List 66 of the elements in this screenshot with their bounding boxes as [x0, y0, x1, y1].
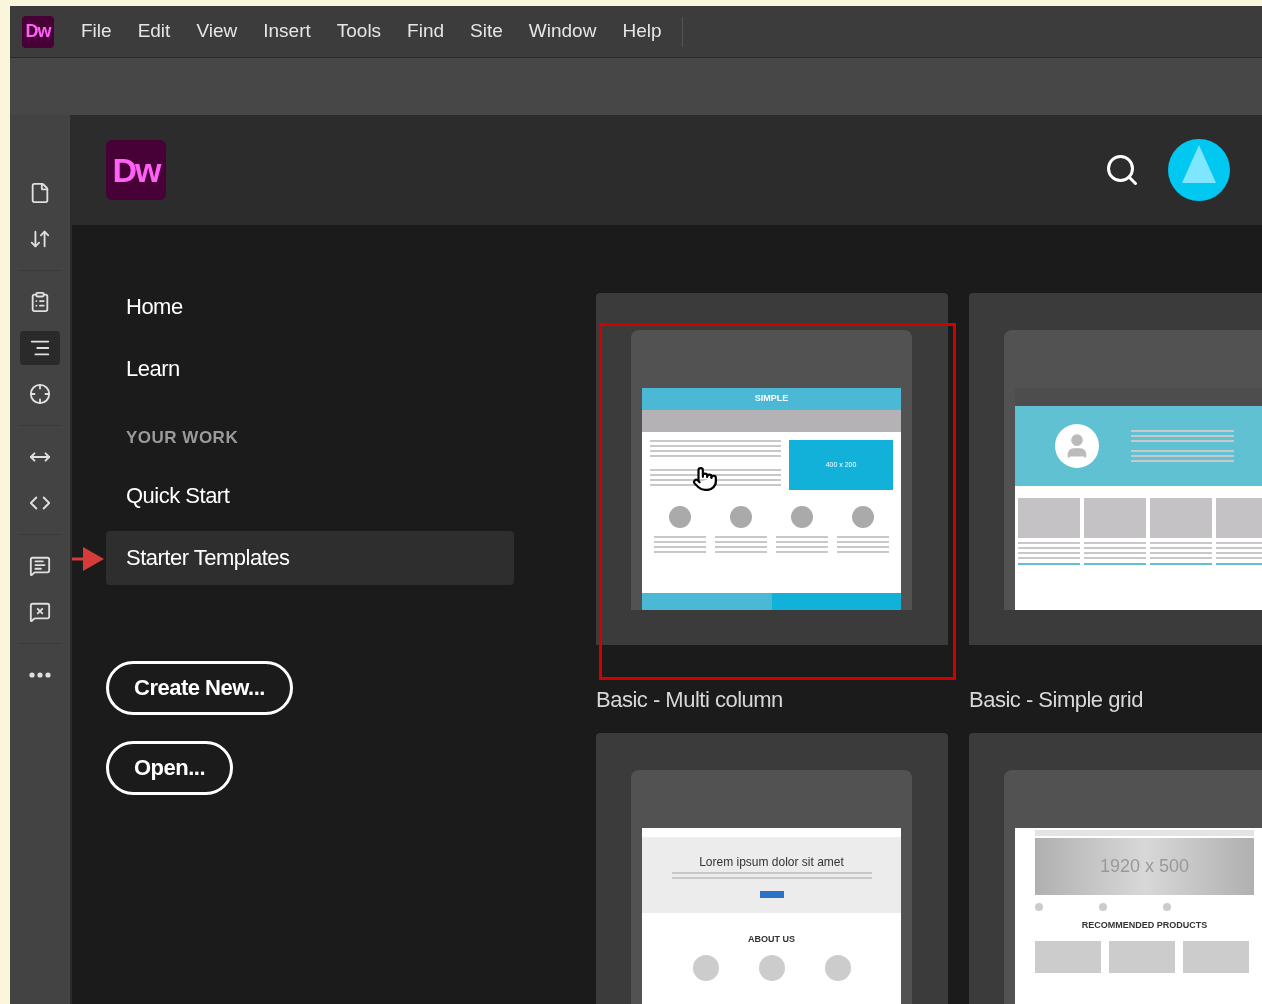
template-card[interactable]: Lorem ipsum dolor sit amet ABOUT US — [596, 733, 948, 1004]
template-title[interactable]: Basic - Simple grid — [969, 687, 1143, 712]
nav-item[interactable]: Learn — [106, 341, 514, 395]
text-lines-drawing — [1216, 542, 1262, 559]
user-silhouette-icon — [1055, 424, 1099, 468]
nav-item[interactable]: Starter Templates — [106, 530, 514, 585]
app-badge: Dw — [22, 15, 54, 48]
preview-section-title: ABOUT US — [748, 933, 795, 946]
tool-button[interactable] — [20, 331, 60, 365]
circle-placeholder — [1035, 903, 1043, 911]
menu-item[interactable]: Help — [609, 17, 675, 46]
text-lines-drawing — [1150, 542, 1212, 559]
circle-placeholder — [851, 506, 874, 528]
circle-placeholder — [692, 954, 719, 981]
list-icon — [29, 291, 51, 313]
circle-placeholder — [758, 954, 785, 981]
text-lines-drawing — [1084, 542, 1146, 559]
text-lines-drawing — [775, 536, 828, 553]
image-placeholder — [1084, 498, 1146, 538]
app-logo: Dw — [106, 140, 166, 200]
menu-item[interactable]: View — [183, 17, 251, 46]
more-icon — [29, 672, 51, 678]
hand-cursor-icon — [692, 466, 718, 492]
template-title[interactable]: Basic - Multi column — [596, 687, 783, 712]
preview-section-title: RECOMMENDED PRODUCTS — [1081, 919, 1208, 932]
image-placeholder — [1018, 498, 1080, 538]
menu-item[interactable]: Insert — [250, 17, 324, 46]
comment-blocked-icon — [29, 601, 51, 623]
nav-item[interactable]: Quick Start — [106, 468, 514, 523]
menu-item[interactable]: Tools — [323, 17, 395, 46]
placeholder-label: 1920 x 500 — [1099, 855, 1190, 878]
file-icon — [29, 182, 51, 204]
nav-item[interactable]: Home — [106, 279, 514, 333]
menu-item[interactable]: File — [68, 17, 125, 46]
menu-item[interactable]: Edit — [124, 17, 184, 46]
circle-placeholder — [1099, 903, 1107, 911]
text-lines-drawing — [836, 536, 889, 553]
text-lines-drawing — [654, 536, 707, 553]
text-lines-drawing — [715, 536, 768, 553]
image-placeholder — [1035, 940, 1101, 973]
image-placeholder — [1216, 498, 1262, 538]
preview-heading: Lorem ipsum dolor sit amet — [699, 856, 844, 868]
section-heading: YOUR WORK — [125, 427, 240, 449]
preview-button-drawing — [759, 891, 784, 898]
text-lines-drawing — [1018, 542, 1080, 559]
image-placeholder — [1183, 940, 1249, 973]
template-card[interactable]: 1920 x 500 RECOMMENDED PRODUCTS — [969, 733, 1262, 1004]
preview-title: SIMPLE — [754, 392, 789, 406]
image-placeholder — [1109, 940, 1175, 973]
circle-placeholder — [824, 954, 851, 981]
avatar-icon[interactable] — [1168, 139, 1230, 201]
menu-item[interactable]: Site — [457, 17, 516, 46]
comment-icon — [29, 555, 51, 577]
circle-placeholder — [1163, 903, 1171, 911]
menu-item[interactable]: Find — [394, 17, 458, 46]
image-placeholder — [1150, 498, 1212, 538]
arrows-icon — [29, 228, 51, 250]
search-icon[interactable] — [1104, 152, 1140, 188]
template-card[interactable] — [969, 293, 1262, 645]
action-button[interactable]: Create New... — [106, 660, 293, 715]
circle-placeholder — [790, 506, 813, 528]
action-button[interactable]: Open... — [106, 740, 234, 795]
menu-item[interactable]: Window — [515, 17, 610, 46]
circle-placeholder — [669, 506, 692, 528]
circle-placeholder — [730, 506, 753, 528]
crosshair-icon — [29, 383, 51, 405]
